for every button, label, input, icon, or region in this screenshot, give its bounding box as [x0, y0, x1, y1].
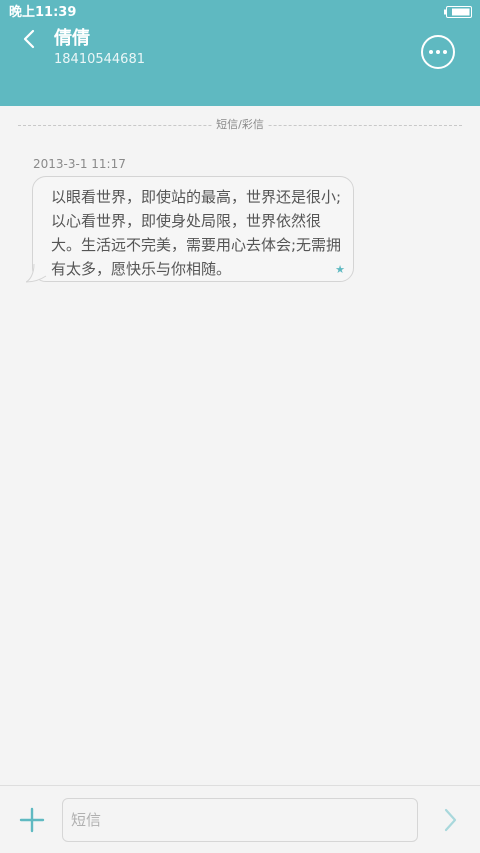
- contact-name: 倩倩: [54, 28, 90, 49]
- status-bar: 晚上11:39: [0, 0, 480, 24]
- back-button[interactable]: [14, 24, 44, 54]
- more-dot-icon: [443, 50, 447, 54]
- add-attachment-button[interactable]: [18, 806, 46, 834]
- contact-number: 18410544681: [54, 52, 145, 67]
- send-button[interactable]: [436, 806, 464, 834]
- more-options-button[interactable]: [421, 35, 455, 69]
- chevron-left-icon: [23, 29, 35, 49]
- message-input[interactable]: [62, 798, 418, 842]
- more-dot-icon: [436, 50, 440, 54]
- battery-icon: [444, 6, 472, 18]
- conversation-header: 晚上11:39 倩倩 18410544681: [0, 0, 480, 106]
- bubble-tail: [26, 263, 47, 283]
- status-time: 晚上11:39: [9, 5, 77, 20]
- message-type-divider: 短信/彩信: [18, 117, 462, 133]
- message-bubble[interactable]: 以眼看世界，即使站的最高，世界还是很小;以心看世界，即使身处局限，世界依然很大。…: [26, 176, 356, 284]
- message-timestamp: 2013-3-1 11:17: [33, 157, 126, 171]
- message-type-label: 短信/彩信: [212, 117, 268, 133]
- composer-bar: [0, 785, 480, 853]
- more-dot-icon: [429, 50, 433, 54]
